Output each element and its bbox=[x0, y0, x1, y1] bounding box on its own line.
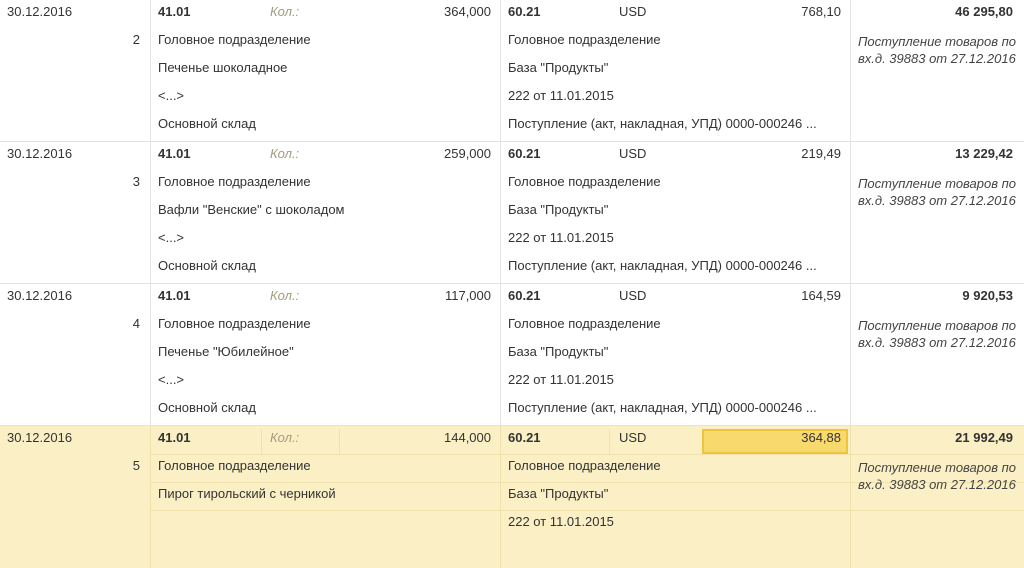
debit-subconto-2[interactable]: Печенье "Юбилейное" bbox=[158, 344, 294, 360]
column-divider bbox=[150, 284, 151, 425]
date-cell[interactable]: 30.12.2016 bbox=[7, 430, 72, 446]
debit-quantity-cell[interactable]: 364,000 bbox=[444, 4, 491, 20]
quantity-label: Кол.: bbox=[270, 430, 300, 445]
content-cell[interactable]: Поступление товаров по вх.д. 39883 от 27… bbox=[858, 459, 1018, 493]
row-number: 3 bbox=[132, 174, 140, 189]
credit-account-cell[interactable]: 60.21 bbox=[508, 4, 541, 20]
row-number: 2 bbox=[132, 32, 140, 47]
credit-subconto-1[interactable]: Головное подразделение bbox=[508, 316, 661, 332]
amount-cell[interactable]: 21 992,49 bbox=[955, 430, 1013, 446]
column-divider bbox=[850, 142, 851, 283]
credit-subconto-2[interactable]: База "Продукты" bbox=[508, 202, 608, 218]
column-divider bbox=[150, 142, 151, 283]
column-divider bbox=[500, 142, 501, 283]
debit-subconto-1[interactable]: Головное подразделение bbox=[158, 32, 311, 48]
row-divider bbox=[150, 454, 1024, 455]
quantity-label: Кол.: bbox=[270, 288, 300, 303]
amount-cell[interactable]: 9 920,53 bbox=[962, 288, 1013, 304]
debit-subconto-4[interactable]: Основной склад bbox=[158, 258, 256, 274]
debit-account-cell[interactable]: 41.01 bbox=[158, 4, 191, 20]
quantity-label: Кол.: bbox=[270, 4, 300, 19]
column-divider bbox=[500, 284, 501, 425]
credit-account-cell[interactable]: 60.21 bbox=[508, 146, 541, 162]
column-divider bbox=[850, 284, 851, 425]
debit-account-cell[interactable]: 41.01 bbox=[158, 430, 191, 446]
credit-subconto-4[interactable]: Поступление (акт, накладная, УПД) 0000-0… bbox=[508, 258, 817, 274]
credit-subconto-2[interactable]: База "Продукты" bbox=[508, 486, 608, 502]
debit-subconto-2[interactable]: Пирог тирольский с черникой bbox=[158, 486, 336, 502]
credit-subconto-3[interactable]: 222 от 11.01.2015 bbox=[508, 88, 614, 104]
currency-amount-cell[interactable]: 768,10 bbox=[801, 4, 841, 20]
column-divider bbox=[500, 0, 501, 141]
column-divider bbox=[850, 0, 851, 141]
credit-subconto-4[interactable]: Поступление (акт, накладная, УПД) 0000-0… bbox=[508, 116, 817, 132]
amount-cell[interactable]: 13 229,42 bbox=[955, 146, 1013, 162]
table-row[interactable]: 30.12.2016 3 41.01 Кол.: 259,000 Головно… bbox=[0, 142, 1024, 284]
content-cell[interactable]: Поступление товаров по вх.д. 39883 от 27… bbox=[858, 317, 1018, 351]
row-number: 4 bbox=[132, 316, 140, 331]
debit-quantity-cell[interactable]: 259,000 bbox=[444, 146, 491, 162]
credit-subconto-3[interactable]: 222 от 11.01.2015 bbox=[508, 372, 614, 388]
debit-subconto-4[interactable]: Основной склад bbox=[158, 116, 256, 132]
debit-subconto-2[interactable]: Печенье шоколадное bbox=[158, 60, 287, 76]
debit-subconto-2[interactable]: Вафли "Венские" с шоколадом bbox=[158, 202, 345, 218]
column-divider bbox=[150, 0, 151, 141]
credit-subconto-3[interactable]: 222 от 11.01.2015 bbox=[508, 230, 614, 246]
debit-quantity-cell[interactable]: 144,000 bbox=[444, 430, 491, 446]
currency-cell[interactable]: USD bbox=[619, 146, 646, 162]
quantity-label: Кол.: bbox=[270, 146, 300, 161]
debit-account-cell[interactable]: 41.01 bbox=[158, 146, 191, 162]
date-cell[interactable]: 30.12.2016 bbox=[7, 4, 72, 20]
content-cell[interactable]: Поступление товаров по вх.д. 39883 от 27… bbox=[858, 33, 1018, 67]
date-cell[interactable]: 30.12.2016 bbox=[7, 146, 72, 162]
debit-subconto-1[interactable]: Головное подразделение bbox=[158, 458, 311, 474]
credit-account-cell[interactable]: 60.21 bbox=[508, 288, 541, 304]
currency-cell[interactable]: USD bbox=[619, 288, 646, 304]
content-cell[interactable]: Поступление товаров по вх.д. 39883 от 27… bbox=[858, 175, 1018, 209]
credit-subconto-2[interactable]: База "Продукты" bbox=[508, 344, 608, 360]
debit-quantity-cell[interactable]: 117,000 bbox=[445, 288, 491, 304]
amount-cell[interactable]: 46 295,80 bbox=[955, 4, 1013, 20]
currency-cell[interactable]: USD bbox=[619, 430, 646, 446]
row-number: 5 bbox=[132, 458, 140, 473]
debit-subconto-3[interactable]: <...> bbox=[158, 230, 184, 246]
debit-subconto-3[interactable]: <...> bbox=[158, 88, 184, 104]
currency-amount-cell-active[interactable]: 364,88 bbox=[801, 430, 841, 446]
credit-subconto-3[interactable]: 222 от 11.01.2015 bbox=[508, 514, 614, 530]
currency-amount-cell[interactable]: 164,59 bbox=[801, 288, 841, 304]
credit-subconto-1[interactable]: Головное подразделение bbox=[508, 174, 661, 190]
credit-account-cell[interactable]: 60.21 bbox=[508, 430, 541, 446]
column-divider bbox=[850, 426, 851, 568]
currency-amount-cell[interactable]: 219,49 bbox=[801, 146, 841, 162]
debit-account-cell[interactable]: 41.01 bbox=[158, 288, 191, 304]
currency-cell[interactable]: USD bbox=[619, 4, 646, 20]
credit-subconto-2[interactable]: База "Продукты" bbox=[508, 60, 608, 76]
table-row[interactable]: 30.12.2016 2 41.01 Кол.: 364,000 Головно… bbox=[0, 0, 1024, 142]
table-row[interactable]: 30.12.2016 4 41.01 Кол.: 117,000 Головно… bbox=[0, 284, 1024, 426]
row-divider bbox=[150, 510, 1024, 511]
debit-subconto-3[interactable]: <...> bbox=[158, 372, 184, 388]
debit-subconto-1[interactable]: Головное подразделение bbox=[158, 174, 311, 190]
date-cell[interactable]: 30.12.2016 bbox=[7, 288, 72, 304]
credit-subconto-4[interactable]: Поступление (акт, накладная, УПД) 0000-0… bbox=[508, 400, 817, 416]
debit-subconto-1[interactable]: Головное подразделение bbox=[158, 316, 311, 332]
credit-subconto-1[interactable]: Головное подразделение bbox=[508, 458, 661, 474]
postings-table: 30.12.2016 2 41.01 Кол.: 364,000 Головно… bbox=[0, 0, 1024, 568]
debit-subconto-4[interactable]: Основной склад bbox=[158, 400, 256, 416]
table-row-selected[interactable]: 30.12.2016 5 41.01 Кол.: 144,000 Головно… bbox=[0, 426, 1024, 568]
credit-subconto-1[interactable]: Головное подразделение bbox=[508, 32, 661, 48]
